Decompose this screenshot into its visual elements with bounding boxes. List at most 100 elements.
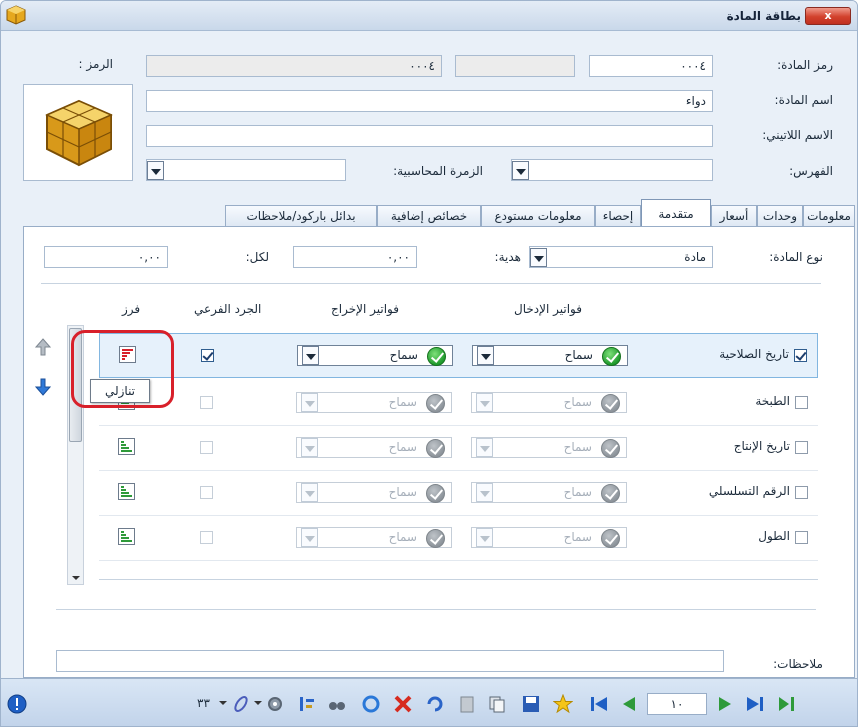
row-checkbox[interactable] — [795, 486, 808, 499]
input-invoices-dropdown-button[interactable] — [476, 393, 493, 412]
move-down-icon[interactable] — [35, 378, 51, 396]
input-invoices-combo[interactable]: سماح — [471, 482, 627, 503]
attachment-icon[interactable] — [231, 694, 251, 714]
row-label: تاريخ الإنتاج — [733, 439, 790, 453]
favorite-star-icon[interactable] — [553, 694, 573, 714]
item-image-frame[interactable] — [23, 84, 133, 181]
attachment-dropdown-icon[interactable] — [254, 701, 262, 705]
paste-icon[interactable] — [457, 694, 477, 714]
tab-extra-properties[interactable]: خصائص إضافية — [377, 205, 481, 227]
check-circle-icon — [426, 484, 445, 503]
new-record-icon[interactable] — [777, 694, 797, 714]
output-invoices-combo[interactable]: سماح — [296, 482, 452, 503]
check-circle-icon — [426, 529, 445, 548]
binoculars-icon[interactable] — [327, 694, 347, 714]
notes-input[interactable] — [56, 650, 724, 672]
undo-icon[interactable] — [425, 694, 445, 714]
check-circle-icon — [426, 439, 445, 458]
accounting-group-label: الزمرة المحاسبية: — [393, 164, 483, 178]
save-icon[interactable] — [521, 694, 541, 714]
sort-icon[interactable] — [297, 694, 317, 714]
output-invoices-combo[interactable]: سماح — [296, 392, 452, 413]
sub-inventory-checkbox[interactable] — [200, 396, 213, 409]
sort-ascending-icon[interactable] — [118, 528, 135, 545]
input-invoices-combo[interactable]: سماح — [472, 345, 628, 366]
output-invoices-dropdown-button[interactable] — [301, 483, 318, 502]
sort-ascending-bars-icon — [121, 441, 132, 452]
output-invoices-combo[interactable]: سماح — [296, 437, 452, 458]
input-invoices-combo[interactable]: سماح — [471, 527, 627, 548]
index-input[interactable] — [511, 159, 713, 181]
feature-row[interactable]: الطول سماح سماح — [99, 516, 818, 561]
symbol-label: الرمز : — [78, 57, 113, 71]
row-checkbox[interactable] — [795, 441, 808, 454]
check-circle-icon — [602, 347, 621, 366]
latin-name-input[interactable] — [146, 125, 713, 147]
input-invoices-dropdown-button[interactable] — [476, 483, 493, 502]
next-record-icon[interactable] — [715, 694, 735, 714]
partial-row — [99, 579, 818, 586]
tab-warehouse-info[interactable]: معلومات مستودع — [481, 205, 595, 227]
input-invoices-dropdown-button[interactable] — [477, 346, 494, 365]
gift-label: هدية: — [494, 250, 521, 264]
sub-inventory-checkbox[interactable] — [200, 486, 213, 499]
row-checkbox[interactable] — [795, 531, 808, 544]
input-invoices-combo[interactable]: سماح — [471, 437, 627, 458]
tab-prices[interactable]: أسعار — [711, 205, 757, 227]
accounting-group-input[interactable] — [146, 159, 346, 181]
row-checkbox[interactable] — [794, 349, 807, 362]
close-button[interactable]: x — [805, 7, 851, 25]
check-circle-icon — [601, 484, 620, 503]
gift-input[interactable]: ٠,٠٠ — [293, 246, 417, 268]
accounting-group-dropdown-button[interactable] — [147, 161, 164, 180]
refresh-icon[interactable] — [361, 694, 381, 714]
input-invoices-dropdown-button[interactable] — [476, 528, 493, 547]
last-record-icon[interactable] — [745, 694, 765, 714]
feature-row[interactable]: الطبخة سماح سماح — [99, 381, 818, 426]
index-dropdown-button[interactable] — [512, 161, 529, 180]
output-invoices-dropdown-button[interactable] — [302, 346, 319, 365]
name-input[interactable]: دواء — [146, 90, 713, 112]
tab-units[interactable]: وحدات — [757, 205, 803, 227]
input-invoices-dropdown-button[interactable] — [476, 438, 493, 457]
tab-statistics[interactable]: إحصاء — [595, 205, 641, 227]
count-dropdown-icon[interactable] — [219, 701, 227, 705]
output-invoices-dropdown-button[interactable] — [301, 438, 318, 457]
code-input[interactable]: ٠٠٠٤ — [589, 55, 713, 77]
material-type-input[interactable]: مادة — [529, 246, 713, 268]
previous-record-icon[interactable] — [619, 694, 639, 714]
input-invoices-combo[interactable]: سماح — [471, 392, 627, 413]
tab-barcode-notes[interactable]: بدائل باركود/ملاحظات — [225, 205, 377, 227]
feature-row[interactable]: تاريخ الإنتاج سماح سماح — [99, 426, 818, 471]
output-invoices-combo[interactable]: سماح — [296, 527, 452, 548]
delete-icon[interactable] — [393, 694, 413, 714]
output-invoices-dropdown-button[interactable] — [301, 393, 318, 412]
sub-inventory-checkbox[interactable] — [201, 349, 214, 362]
per-input[interactable]: ٠,٠٠ — [44, 246, 168, 268]
row-checkbox[interactable] — [795, 396, 808, 409]
tab-info[interactable]: معلومات — [803, 205, 855, 227]
record-number-input[interactable]: ١٠ — [647, 693, 707, 715]
tab-advanced[interactable]: متقدمة — [641, 199, 711, 227]
code-extra-field — [455, 55, 575, 77]
code-label: رمز المادة: — [777, 58, 833, 72]
sort-ascending-icon[interactable] — [118, 483, 135, 500]
sort-ascending-bars-icon — [121, 531, 132, 542]
output-invoices-dropdown-button[interactable] — [301, 528, 318, 547]
sub-inventory-checkbox[interactable] — [200, 531, 213, 544]
feature-row[interactable]: الرقم التسلسلي سماح سماح — [99, 471, 818, 516]
info-icon[interactable] — [7, 694, 27, 714]
first-record-icon[interactable] — [589, 694, 609, 714]
row-label: الطول — [758, 529, 790, 543]
sub-inventory-checkbox[interactable] — [200, 441, 213, 454]
settings-icon[interactable] — [265, 694, 285, 714]
material-type-dropdown-button[interactable] — [530, 248, 547, 267]
scroll-down-arrow[interactable] — [72, 576, 80, 580]
sort-ascending-icon[interactable] — [118, 438, 135, 455]
move-up-icon[interactable] — [35, 338, 51, 356]
cube-icon — [45, 99, 113, 167]
feature-row[interactable]: تاريخ الصلاحية سماح سماح — [99, 333, 818, 378]
output-invoices-combo[interactable]: سماح — [297, 345, 453, 366]
copy-icon[interactable] — [487, 694, 507, 714]
col-sub-inventory: الجرد الفرعي — [194, 302, 262, 316]
